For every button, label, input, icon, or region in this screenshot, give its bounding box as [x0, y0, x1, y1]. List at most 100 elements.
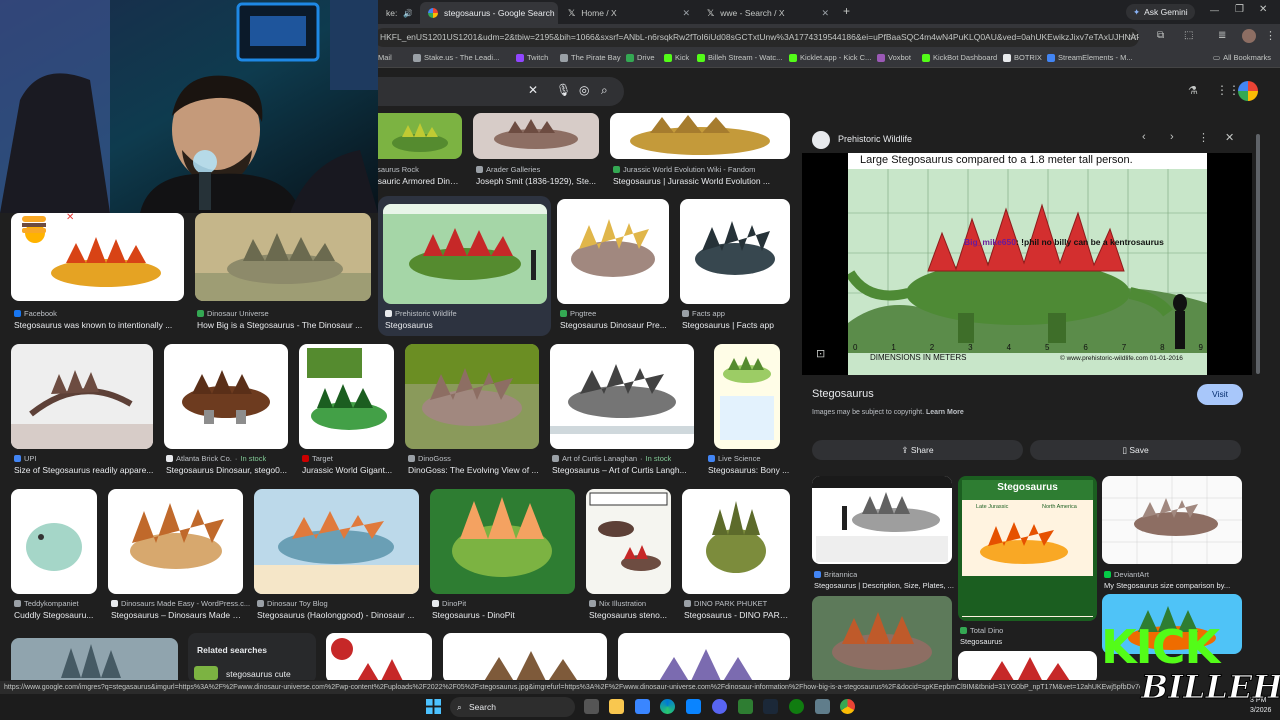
next-icon[interactable]: ›: [1170, 131, 1174, 143]
panel-title[interactable]: Stegosaurus: [812, 388, 874, 400]
bookmark-item[interactable]: Kick: [664, 53, 689, 62]
result-image[interactable]: [680, 199, 790, 304]
microphone-icon[interactable]: 🎙: [556, 83, 571, 97]
close-panel-icon[interactable]: ✕: [1225, 131, 1234, 144]
result-image[interactable]: [11, 344, 153, 449]
close-icon[interactable]: ✕: [682, 8, 690, 19]
all-bookmarks[interactable]: ▭ All Bookmarks: [1213, 53, 1271, 62]
result-caption[interactable]: DinoGoss: The Evolving View of ...: [408, 465, 540, 475]
steam-icon[interactable]: [763, 699, 778, 714]
chrome-icon[interactable]: [840, 699, 855, 714]
result-image[interactable]: [11, 489, 97, 594]
result-image[interactable]: [430, 489, 575, 594]
result-image[interactable]: [618, 633, 790, 680]
queue-icon[interactable]: ≣: [1218, 30, 1226, 41]
bookmark-item[interactable]: Mail: [378, 53, 392, 62]
previous-icon[interactable]: ‹: [1142, 131, 1146, 143]
result-caption[interactable]: osauric Armored Dino...: [373, 176, 461, 186]
related-caption[interactable]: My Stegosaurus size comparison by...: [1104, 581, 1244, 590]
bookmark-item[interactable]: Stake.us - The Leadi...: [413, 53, 499, 62]
related-image[interactable]: Stegosaurus Late Jurassic North America: [958, 476, 1097, 621]
result-caption[interactable]: Stegosaurus | Jurassic World Evolution .…: [613, 176, 789, 186]
result-image[interactable]: [164, 344, 288, 449]
related-caption[interactable]: Stegosaurus | Description, Size, Plates,…: [814, 581, 954, 590]
result-image[interactable]: [557, 199, 669, 304]
related-image[interactable]: [958, 651, 1097, 680]
tab-google-search[interactable]: stegosaurus - Google Search ✕: [420, 2, 558, 24]
bookmark-item[interactable]: Voxbot: [877, 53, 911, 62]
result-caption[interactable]: Stegosaurus – Dinosaurs Made E...: [111, 610, 243, 620]
result-caption[interactable]: Size of Stegosaurus readily appare...: [14, 465, 154, 475]
discord-icon[interactable]: [712, 699, 727, 714]
tab-home-x[interactable]: 𝕏 Home / X ✕: [560, 2, 698, 24]
restore-icon[interactable]: ❐: [1235, 4, 1244, 15]
result-caption[interactable]: Stegosaurus: [385, 320, 545, 330]
address-bar[interactable]: HKFL_enUS1201US1201&udm=2&tbiw=2195&bih=…: [374, 28, 1139, 47]
result-caption[interactable]: Stegosaurus steno...: [589, 610, 673, 620]
mail-icon[interactable]: [686, 699, 701, 714]
lens-search-icon[interactable]: ⊡: [816, 347, 825, 360]
extensions-icon[interactable]: ⧉: [1157, 30, 1164, 41]
menu-icon[interactable]: ⋮: [1265, 29, 1276, 42]
result-image[interactable]: [326, 633, 432, 680]
result-caption[interactable]: Stegosaurus Dinosaur, stego0...: [166, 465, 288, 475]
new-tab-icon[interactable]: +: [843, 4, 850, 18]
result-image[interactable]: [473, 113, 599, 159]
result-caption[interactable]: How Big is a Stegosaurus - The Dinosaur …: [197, 320, 369, 330]
account-avatar[interactable]: [1238, 81, 1258, 101]
related-image[interactable]: [1102, 476, 1242, 564]
minimize-icon[interactable]: —: [1210, 5, 1219, 15]
visit-button[interactable]: Visit: [1197, 384, 1243, 405]
file-explorer-icon[interactable]: [609, 699, 624, 714]
clear-icon[interactable]: ✕: [528, 83, 538, 97]
related-search-item[interactable]: stegosaurus cute: [226, 669, 291, 679]
tab-wwe-x[interactable]: 𝕏 wwe - Search / X ✕: [699, 2, 837, 24]
labs-icon[interactable]: ⚗: [1188, 84, 1198, 97]
result-image[interactable]: [682, 489, 790, 594]
tab-partial[interactable]: ke: 🔊 ✕: [378, 2, 412, 24]
result-caption[interactable]: Jurassic World Gigant...: [302, 465, 396, 475]
excel-icon[interactable]: [738, 699, 753, 714]
result-image[interactable]: [383, 204, 547, 304]
taskbar-search[interactable]: ⌕ Search: [450, 697, 575, 717]
more-options-icon[interactable]: ⋮: [1198, 131, 1209, 144]
apps-grid-icon[interactable]: ⋮⋮: [1216, 83, 1240, 97]
bookmark-star-icon[interactable]: ☆: [1128, 30, 1138, 43]
result-caption[interactable]: Stegosaurus was known to intentionally .…: [14, 320, 184, 330]
lens-icon[interactable]: ◎: [579, 83, 589, 97]
result-caption[interactable]: Stegosaurus (Haolonggood) - Dinosaur ...: [257, 610, 419, 620]
result-image[interactable]: [299, 344, 394, 449]
related-caption[interactable]: Stegosaurus: [960, 637, 1090, 646]
result-caption[interactable]: Stegosaurus | Facts app: [682, 320, 790, 330]
bookmark-item[interactable]: The Pirate Bay: [560, 53, 621, 62]
task-view-icon[interactable]: [584, 699, 599, 714]
result-image[interactable]: [108, 489, 243, 594]
ask-gemini-button[interactable]: ✦ Ask Gemini: [1126, 4, 1195, 20]
bookmark-item[interactable]: KickBot Dashboard: [922, 53, 997, 62]
bookmark-item[interactable]: BOTRIX: [1003, 53, 1042, 62]
bookmark-item[interactable]: Drive: [626, 53, 655, 62]
result-image[interactable]: [378, 113, 462, 159]
result-image[interactable]: [195, 213, 371, 301]
windows-start-icon[interactable]: [426, 699, 441, 714]
save-button[interactable]: ▯ Save: [1030, 440, 1241, 460]
settings-icon[interactable]: [815, 699, 830, 714]
xbox-icon[interactable]: [789, 699, 804, 714]
profile-avatar[interactable]: [1242, 29, 1256, 43]
learn-more-link[interactable]: Learn More: [926, 409, 964, 416]
screenshot-icon[interactable]: ⬚: [1184, 30, 1193, 41]
panel-site-name[interactable]: Prehistoric Wildlife: [838, 134, 912, 144]
window-close-icon[interactable]: ✕: [1259, 4, 1267, 15]
edge-icon[interactable]: [660, 699, 675, 714]
share-button[interactable]: ⇪ Share: [812, 440, 1023, 460]
bookmark-item[interactable]: Twitch: [516, 53, 548, 62]
close-icon[interactable]: ✕: [821, 8, 829, 19]
result-caption[interactable]: Stegosaurus - DinoPit: [432, 610, 572, 620]
search-input[interactable]: ✕ 🎙 ◎ ⌕: [370, 77, 624, 106]
result-caption[interactable]: Stegosaurus: Bony ...: [708, 465, 792, 475]
bookmark-item[interactable]: Billeh Stream - Watc...: [697, 53, 782, 62]
panel-scrollbar[interactable]: [1256, 134, 1260, 374]
store-icon[interactable]: [635, 699, 650, 714]
result-image[interactable]: [550, 344, 694, 449]
bookmark-item[interactable]: StreamElements - M...: [1047, 53, 1133, 62]
